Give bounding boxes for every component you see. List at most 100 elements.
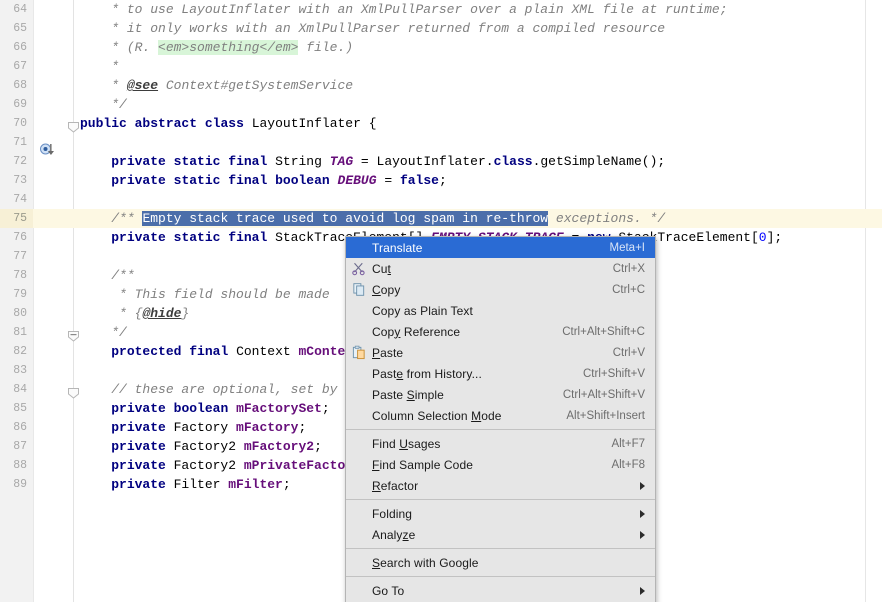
code-line[interactable]: 68 * @see Context#getSystemService	[0, 76, 882, 95]
fold-end-icon[interactable]	[67, 121, 80, 134]
menu-item-label: Folding	[372, 506, 413, 521]
line-number[interactable]: 86	[0, 418, 33, 437]
code-line[interactable]: 72 private static final String TAG = Lay…	[0, 152, 882, 171]
code-line[interactable]: 74	[0, 190, 882, 209]
menu-item-find-sample-code[interactable]: Find Sample Code Alt+F8	[346, 454, 655, 475]
line-number[interactable]: 87	[0, 437, 33, 456]
menu-item-column-selection-mode[interactable]: Column Selection Mode Alt+Shift+Insert	[346, 405, 655, 426]
line-number[interactable]: 71	[0, 133, 33, 152]
code-line-text[interactable]: /**	[80, 266, 134, 285]
line-number[interactable]: 83	[0, 361, 33, 380]
menu-item-folding[interactable]: Folding	[346, 503, 655, 524]
menu-item-label: Paste Simple	[372, 387, 444, 402]
line-number[interactable]: 85	[0, 399, 33, 418]
code-line-text[interactable]: */	[80, 323, 127, 342]
code-line[interactable]: 75 /** Empty stack trace used to avoid l…	[0, 209, 882, 228]
menu-item-translate[interactable]: Translate Meta+I	[346, 237, 655, 258]
menu-item-shortcut: Alt+F8	[611, 458, 645, 471]
line-number[interactable]: 67	[0, 57, 33, 76]
menu-item-refactor[interactable]: Refactor	[346, 475, 655, 496]
menu-item-copy[interactable]: Copy Ctrl+C	[346, 279, 655, 300]
submenu-arrow-icon	[640, 586, 645, 595]
menu-item-copy-as-plain-text[interactable]: Copy as Plain Text	[346, 300, 655, 321]
submenu-arrow-icon	[640, 509, 645, 518]
code-line-text[interactable]: * This field should be made	[80, 285, 330, 304]
line-number[interactable]: 89	[0, 475, 33, 494]
menu-item-label: Refactor	[372, 478, 419, 493]
implemented-method-icon[interactable]	[40, 141, 56, 157]
code-line-text[interactable]: private Factory2 mFactory2;	[80, 437, 322, 456]
menu-separator	[346, 429, 655, 430]
code-line-text[interactable]: * {@hide}	[80, 304, 189, 323]
line-number[interactable]: 69	[0, 95, 33, 114]
menu-item-shortcut: Ctrl+Alt+Shift+C	[562, 325, 645, 338]
code-line-text[interactable]: private Factory2 mPrivateFactory;	[80, 456, 368, 475]
menu-item-analyze[interactable]: Analyze	[346, 524, 655, 545]
menu-item-find-usages[interactable]: Find Usages Alt+F7	[346, 433, 655, 454]
line-number[interactable]: 81	[0, 323, 33, 342]
code-line-text[interactable]: // these are optional, set by	[80, 380, 337, 399]
copy-icon	[353, 283, 365, 296]
menu-item-paste-from-history[interactable]: Paste from History... Ctrl+Shift+V	[346, 363, 655, 384]
line-number[interactable]: 78	[0, 266, 33, 285]
line-number[interactable]: 73	[0, 171, 33, 190]
fold-collapse-icon[interactable]	[67, 330, 80, 343]
code-line-text[interactable]: private static final String TAG = Layout…	[80, 152, 665, 171]
line-number[interactable]: 70	[0, 114, 33, 133]
ide-editor-window: 64 * to use LayoutInflater with an XmlPu…	[0, 0, 882, 602]
menu-item-label: Find Sample Code	[372, 457, 473, 472]
code-line[interactable]: 64 * to use LayoutInflater with an XmlPu…	[0, 0, 882, 19]
menu-separator	[346, 576, 655, 577]
line-number[interactable]: 65	[0, 19, 33, 38]
fold-end-icon[interactable]	[67, 387, 80, 400]
line-number[interactable]: 68	[0, 76, 33, 95]
menu-item-cut[interactable]: Cut Ctrl+X	[346, 258, 655, 279]
line-number[interactable]: 80	[0, 304, 33, 323]
menu-item-label: Analyze	[372, 527, 416, 542]
code-line-text[interactable]: private Factory mFactory;	[80, 418, 306, 437]
code-line-text[interactable]: public abstract class LayoutInflater {	[80, 114, 377, 133]
paste-icon	[352, 345, 365, 360]
menu-item-label: Copy as Plain Text	[372, 303, 473, 318]
code-line-text[interactable]: */	[80, 95, 127, 114]
code-line-text[interactable]: private static final boolean DEBUG = fal…	[80, 171, 447, 190]
code-line-text[interactable]: * it only works with an XmlPullParser re…	[80, 19, 665, 38]
code-line[interactable]: 71	[0, 133, 882, 152]
line-number[interactable]: 66	[0, 38, 33, 57]
code-line-text[interactable]: private Filter mFilter;	[80, 475, 290, 494]
line-number[interactable]: 77	[0, 247, 33, 266]
code-line[interactable]: 69 */	[0, 95, 882, 114]
menu-item-go-to[interactable]: Go To	[346, 580, 655, 601]
menu-item-copy-reference[interactable]: Copy Reference Ctrl+Alt+Shift+C	[346, 321, 655, 342]
line-number[interactable]: 76	[0, 228, 33, 247]
code-line[interactable]: 70 public abstract class LayoutInflater {	[0, 114, 882, 133]
line-number[interactable]: 88	[0, 456, 33, 475]
line-number[interactable]: 84	[0, 380, 33, 399]
menu-item-shortcut: Ctrl+C	[612, 283, 645, 296]
menu-item-label: Cut	[372, 261, 391, 276]
code-line-text[interactable]: protected final Context mContext;	[80, 342, 369, 361]
menu-item-label: Search with Google	[372, 555, 479, 570]
code-line-text[interactable]: *	[80, 57, 119, 76]
line-number[interactable]: 64	[0, 0, 33, 19]
code-line[interactable]: 65 * it only works with an XmlPullParser…	[0, 19, 882, 38]
code-line-text[interactable]: private boolean mFactorySet;	[80, 399, 329, 418]
code-line-text[interactable]: * (R. <em>something</em> file.)	[80, 38, 353, 57]
line-number[interactable]: 72	[0, 152, 33, 171]
code-line[interactable]: 66 * (R. <em>something</em> file.)	[0, 38, 882, 57]
menu-separator	[346, 548, 655, 549]
code-line[interactable]: 73 private static final boolean DEBUG = …	[0, 171, 882, 190]
line-number[interactable]: 82	[0, 342, 33, 361]
menu-item-search-with-google[interactable]: Search with Google	[346, 552, 655, 573]
code-line-text[interactable]: /** Empty stack trace used to avoid log …	[80, 209, 665, 228]
code-line[interactable]: 67 *	[0, 57, 882, 76]
menu-item-paste-simple[interactable]: Paste Simple Ctrl+Alt+Shift+V	[346, 384, 655, 405]
line-number[interactable]: 79	[0, 285, 33, 304]
menu-item-label: Copy	[372, 282, 401, 297]
line-number[interactable]: 75	[0, 209, 33, 228]
line-number[interactable]: 74	[0, 190, 33, 209]
code-line-text[interactable]: * @see Context#getSystemService	[80, 76, 353, 95]
menu-item-paste[interactable]: Paste Ctrl+V	[346, 342, 655, 363]
editor-context-menu[interactable]: Translate Meta+I Cut Ctrl+X Copy Ctrl+C Copy a…	[345, 236, 656, 602]
code-line-text[interactable]: * to use LayoutInflater with an XmlPullP…	[80, 0, 727, 19]
